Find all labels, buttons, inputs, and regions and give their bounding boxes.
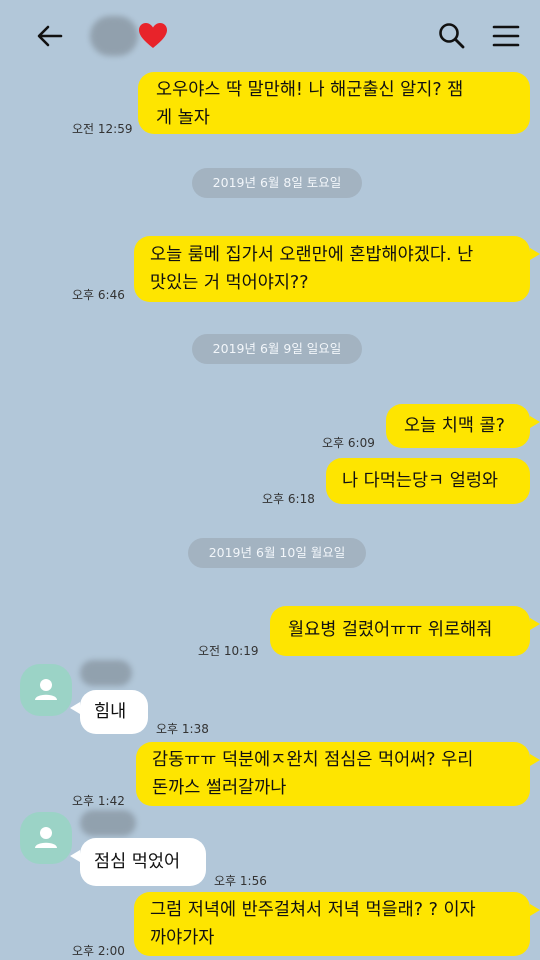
my-message-bubble[interactable]: 오늘 치맥 콜? [386, 404, 530, 448]
bubble-tail [70, 702, 80, 714]
sender-name-blurred [80, 660, 132, 686]
heart-icon [139, 23, 167, 48]
my-message-bubble[interactable]: 오늘 룸메 집가서 오랜만에 혼밥해야겠다. 난 맛있는 거 먹어야지?? [134, 236, 530, 302]
my-message-bubble[interactable]: 감동ㅠㅠ 덕분에ㅈ완치 점심은 먹어써? 우리 돈까스 썰러갈까나 [136, 742, 530, 806]
my-message-bubble[interactable]: 오우야스 딱 말만해! 나 해군출신 알지? 잼 게 놀자 [138, 72, 530, 134]
avatar[interactable] [20, 812, 72, 864]
message-time: 오후 1:56 [214, 874, 267, 888]
their-message-bubble[interactable]: 힘내 [80, 690, 148, 734]
bubble-tail [530, 754, 540, 766]
my-message-bubble[interactable]: 그럼 저녁에 반주걸쳐서 저녁 먹을래? ? 이자 까야가자 [134, 892, 530, 956]
message-time: 오전 10:19 [198, 644, 259, 658]
message-time: 오후 1:38 [156, 722, 209, 736]
chat-header [0, 0, 540, 72]
message-time: 오후 6:09 [322, 436, 375, 450]
search-icon[interactable] [436, 20, 468, 52]
person-icon [35, 679, 57, 700]
message-time: 오후 6:18 [262, 492, 315, 506]
bubble-tail [530, 416, 540, 428]
their-message-bubble[interactable]: 점심 먹었어 [80, 838, 206, 886]
avatar[interactable] [20, 664, 72, 716]
message-time: 오후 1:42 [72, 794, 125, 808]
hamburger-menu-icon[interactable] [490, 20, 522, 52]
date-divider: 2019년 6월 9일 일요일 [192, 334, 362, 364]
sender-name-blurred [80, 810, 136, 836]
date-divider: 2019년 6월 10일 월요일 [188, 538, 366, 568]
bubble-tail [70, 850, 80, 862]
bubble-tail [530, 904, 540, 916]
message-time: 오후 6:46 [72, 288, 125, 302]
my-message-bubble[interactable]: 나 다먹는당ㅋ 얼렁와 [326, 458, 530, 504]
message-time: 오전 12:59 [72, 122, 133, 136]
arrow-left-icon[interactable] [34, 20, 66, 52]
my-message-bubble[interactable]: 월요병 걸렸어ㅠㅠ 위로해줘 [270, 606, 530, 656]
bubble-tail [530, 618, 540, 630]
contact-name-blurred [90, 16, 138, 56]
person-icon [35, 827, 57, 848]
message-time: 오후 2:00 [72, 944, 125, 958]
date-divider: 2019년 6월 8일 토요일 [192, 168, 362, 198]
bubble-tail [530, 248, 540, 260]
